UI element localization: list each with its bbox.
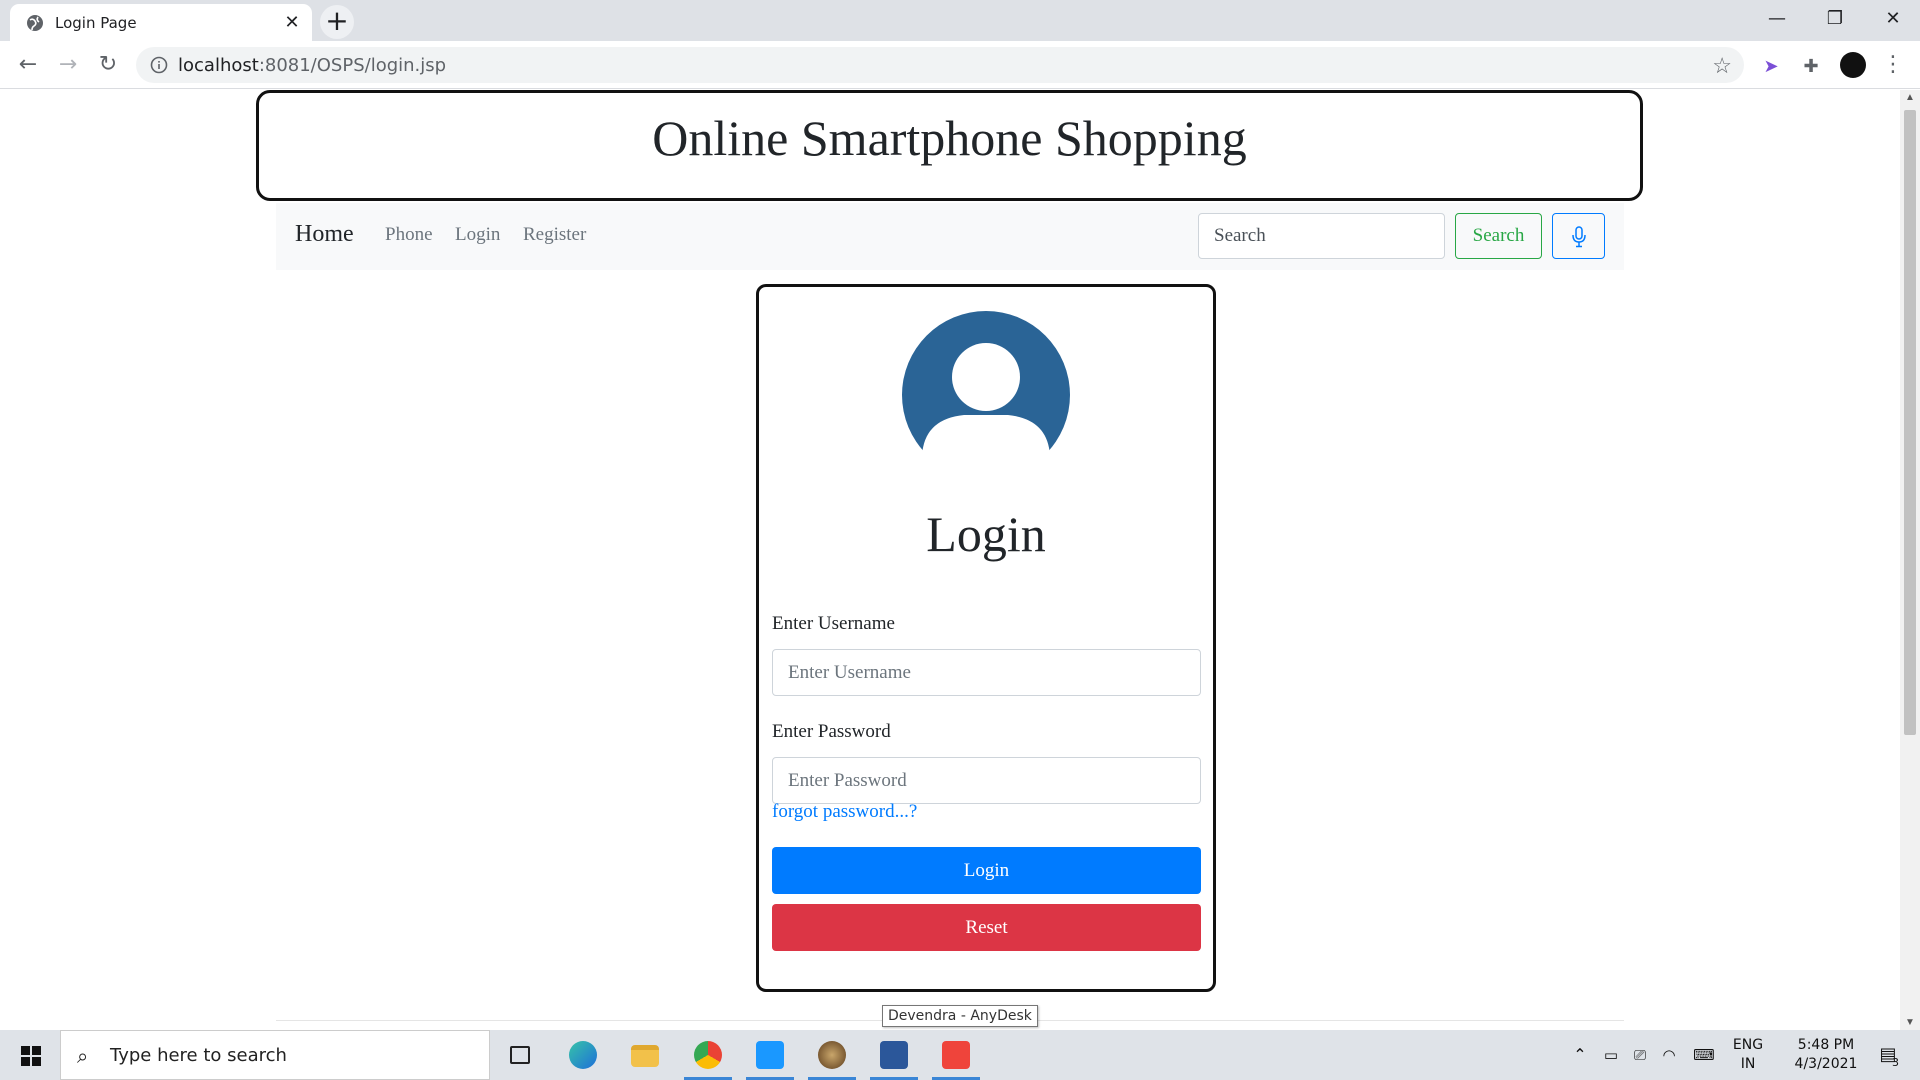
task-view-icon bbox=[510, 1046, 530, 1064]
notification-center-icon[interactable]: ▤ 3 bbox=[1868, 1030, 1908, 1080]
scroll-up-icon[interactable]: ▲ bbox=[1905, 92, 1915, 103]
meet-now-icon[interactable]: ⎚ bbox=[1627, 1030, 1653, 1080]
address-bar[interactable]: localhost:8081/OSPS/login.jsp ☆ bbox=[136, 47, 1744, 83]
clock[interactable]: 5:48 PM 4/3/2021 bbox=[1776, 1036, 1876, 1076]
microphone-icon bbox=[1572, 226, 1586, 248]
info-icon[interactable] bbox=[150, 56, 168, 74]
login-button[interactable]: Login bbox=[772, 847, 1201, 894]
tab-title: Login Page bbox=[55, 14, 137, 32]
minimize-button[interactable]: — bbox=[1748, 0, 1806, 40]
login-heading: Login bbox=[926, 506, 1046, 562]
browser-tab[interactable]: Login Page ✕ bbox=[10, 4, 312, 41]
anydesk-app[interactable] bbox=[926, 1030, 986, 1080]
login-card: Login Enter Username Enter Password forg… bbox=[756, 284, 1216, 992]
username-input[interactable] bbox=[772, 649, 1201, 696]
file-explorer-app[interactable] bbox=[615, 1030, 675, 1080]
new-tab-button[interactable]: + bbox=[320, 5, 354, 39]
start-button[interactable] bbox=[0, 1030, 60, 1080]
username-label: Enter Username bbox=[772, 613, 895, 634]
chrome-app[interactable] bbox=[678, 1030, 738, 1080]
notification-count: 3 bbox=[1892, 1056, 1899, 1069]
search-icon: ⌕ bbox=[77, 1044, 89, 1068]
wifi-icon[interactable]: ◠ bbox=[1656, 1030, 1682, 1080]
forward-arrow-icon[interactable]: → bbox=[52, 49, 84, 81]
globe-icon bbox=[27, 15, 43, 31]
nav-register-link[interactable]: Register bbox=[523, 224, 586, 246]
chrome-icon bbox=[694, 1041, 722, 1069]
show-hidden-icons-chevron[interactable]: ⌃ bbox=[1566, 1030, 1594, 1080]
search-input[interactable] bbox=[1198, 213, 1445, 259]
extension-arrow-icon[interactable]: ➤ bbox=[1758, 53, 1784, 79]
edge-icon bbox=[569, 1041, 597, 1069]
close-window-button[interactable]: ✕ bbox=[1864, 0, 1920, 40]
game-emblem-icon bbox=[818, 1041, 846, 1069]
clock-date: 4/3/2021 bbox=[1794, 1056, 1858, 1072]
url-host: localhost bbox=[178, 55, 259, 76]
taskbar-search[interactable]: ⌕ Type here to search bbox=[60, 1030, 490, 1080]
edge-app[interactable] bbox=[553, 1030, 613, 1080]
windows-taskbar: ⌕ Type here to search ⌃ ▭ ⎚ ◠ ⌨ ENG IN 5… bbox=[0, 1030, 1920, 1080]
keyboard-icon[interactable]: ⌨ bbox=[1688, 1030, 1720, 1080]
close-tab-icon[interactable]: ✕ bbox=[282, 12, 302, 32]
lang-code: ENG bbox=[1732, 1037, 1764, 1053]
url-text[interactable]: localhost:8081/OSPS/login.jsp bbox=[178, 55, 446, 76]
task-view-button[interactable] bbox=[490, 1030, 550, 1080]
prime-video-app[interactable] bbox=[740, 1030, 800, 1080]
scrollbar-thumb[interactable] bbox=[1904, 110, 1916, 735]
page-scrollbar[interactable]: ▲ ▼ bbox=[1900, 90, 1920, 1030]
word-app[interactable] bbox=[864, 1030, 924, 1080]
windows-logo-icon bbox=[21, 1046, 41, 1066]
anydesk-icon bbox=[942, 1041, 970, 1069]
password-label: Enter Password bbox=[772, 721, 891, 742]
bookmark-star-icon[interactable]: ☆ bbox=[1712, 53, 1732, 79]
page-viewport: Online Smartphone Shopping Home Phone Lo… bbox=[0, 90, 1900, 1030]
taskbar-search-placeholder: Type here to search bbox=[110, 1045, 287, 1066]
navbar: Home Phone Login Register Search bbox=[276, 203, 1624, 270]
nav-home-link[interactable]: Home bbox=[295, 221, 354, 248]
game-app[interactable] bbox=[802, 1030, 862, 1080]
reset-button[interactable]: Reset bbox=[772, 904, 1201, 951]
clock-time: 5:48 PM bbox=[1797, 1037, 1855, 1053]
back-arrow-icon[interactable]: ← bbox=[12, 49, 44, 81]
anydesk-tooltip: Devendra - AnyDesk bbox=[882, 1005, 1038, 1027]
password-input[interactable] bbox=[772, 757, 1201, 804]
url-path: :8081/OSPS/login.jsp bbox=[258, 55, 447, 76]
prime-video-icon bbox=[756, 1041, 784, 1069]
site-title: Online Smartphone Shopping bbox=[652, 110, 1247, 166]
folder-icon bbox=[631, 1045, 659, 1067]
lang-region: IN bbox=[1740, 1056, 1756, 1072]
language-indicator[interactable]: ENG IN bbox=[1726, 1036, 1770, 1076]
scroll-down-icon[interactable]: ▼ bbox=[1905, 1017, 1915, 1028]
reload-icon[interactable]: ↻ bbox=[92, 49, 124, 81]
battery-icon[interactable]: ▭ bbox=[1598, 1030, 1624, 1080]
voice-search-button[interactable] bbox=[1552, 213, 1605, 259]
site-header: Online Smartphone Shopping bbox=[256, 90, 1643, 201]
user-avatar-icon bbox=[902, 311, 1070, 451]
word-icon bbox=[880, 1041, 908, 1069]
profile-avatar[interactable] bbox=[1840, 52, 1866, 78]
nav-login-link[interactable]: Login bbox=[455, 224, 500, 246]
menu-kebab-icon[interactable]: ⋮ bbox=[1882, 50, 1904, 80]
search-button[interactable]: Search bbox=[1455, 213, 1542, 259]
forgot-password-link[interactable]: forgot password...? bbox=[772, 801, 917, 823]
extensions-puzzle-icon[interactable]: ✚ bbox=[1798, 53, 1824, 79]
restore-button[interactable]: ❐ bbox=[1806, 0, 1864, 40]
nav-phone-link[interactable]: Phone bbox=[385, 224, 433, 246]
browser-toolbar: ← → ↻ localhost:8081/OSPS/login.jsp ☆ ➤ … bbox=[0, 41, 1920, 89]
tab-strip: Login Page ✕ + — ❐ ✕ bbox=[0, 0, 1920, 41]
